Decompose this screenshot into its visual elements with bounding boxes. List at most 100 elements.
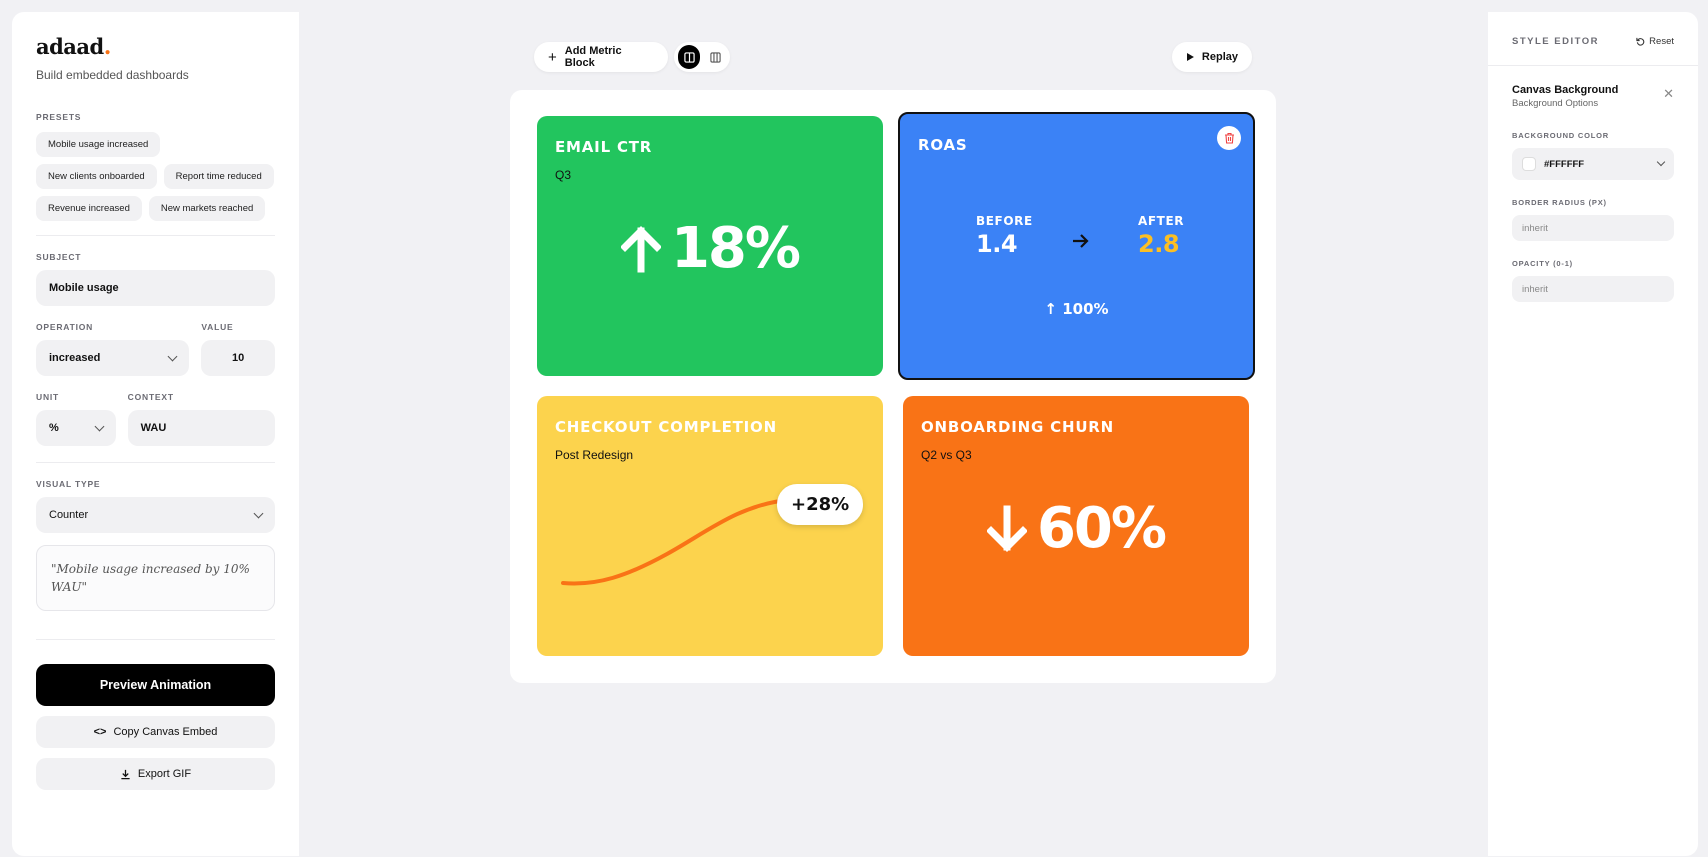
style-editor-panel: STYLE EDITOR Reset Canvas Background Bac… (1488, 12, 1698, 856)
arrow-down-icon (986, 505, 1027, 552)
preset-chip[interactable]: Revenue increased (36, 196, 142, 221)
change-percent: ↑ 100% (900, 300, 1253, 318)
counter-number: 18% (670, 216, 801, 281)
visual-type-select[interactable]: Counter (36, 497, 275, 533)
section-heading: Canvas Background Background Options (1512, 84, 1618, 109)
arrow-right-icon (1073, 234, 1089, 248)
counter-value: 60% (903, 496, 1249, 561)
value-value: 10 (232, 352, 245, 364)
delete-block-button[interactable] (1217, 126, 1241, 150)
play-icon (1186, 53, 1194, 61)
preset-chip[interactable]: Report time reduced (163, 164, 274, 189)
visual-type-value: Counter (49, 509, 89, 521)
context-value: WAU (140, 422, 167, 434)
reset-icon (1636, 37, 1645, 46)
after-label: AFTER (1138, 214, 1185, 228)
chevron-down-icon (94, 421, 105, 431)
radius-input[interactable]: inherit (1512, 215, 1674, 241)
unit-select[interactable]: % (36, 410, 116, 446)
layout-toggle (674, 42, 730, 72)
context-group: CONTEXT WAU (127, 392, 275, 446)
bg-color-value: #FFFFFF (1544, 158, 1585, 170)
operation-label: OPERATION (36, 322, 94, 332)
copy-embed-button[interactable]: <> Copy Canvas Embed (36, 716, 275, 748)
card-title: EMAIL CTR (555, 138, 653, 156)
replay-button[interactable]: Replay (1172, 42, 1252, 72)
chevron-down-icon (253, 508, 264, 518)
preset-chips: Mobile usage increased New clients onboa… (36, 132, 276, 221)
card-subtitle: Q3 (555, 168, 572, 182)
value-group: VALUE 10 (201, 322, 275, 376)
card-subtitle: Q2 vs Q3 (921, 448, 972, 462)
metric-card-email-ctr[interactable]: EMAIL CTR Q3 18% (537, 116, 883, 376)
section-header: Canvas Background Background Options ✕ (1512, 84, 1674, 109)
download-icon (121, 769, 130, 779)
logo-text: adaad (36, 34, 104, 59)
arrow-up-icon: ↑ (1044, 300, 1057, 318)
bg-color-display: #FFFFFF (1522, 157, 1584, 171)
export-gif-button[interactable]: Export GIF (36, 758, 275, 790)
preset-chip[interactable]: New clients onboarded (36, 164, 157, 189)
preset-chip[interactable]: New markets reached (148, 196, 266, 221)
code-icon: <> (93, 726, 107, 738)
style-editor-body: Canvas Background Background Options ✕ B… (1488, 66, 1698, 320)
section-subtitle: Background Options (1512, 98, 1599, 109)
before-group: BEFORE 1.4 (976, 214, 1033, 258)
counter-value: 18% (537, 216, 883, 281)
subject-input[interactable]: Mobile usage (36, 270, 275, 306)
metric-card-roas[interactable]: ROAS BEFORE 1.4 AFTER 2.8 ↑ 100% (898, 112, 1255, 380)
three-column-layout-icon[interactable] (704, 45, 726, 69)
radius-placeholder: inherit (1522, 222, 1548, 234)
style-editor-header: STYLE EDITOR Reset (1488, 12, 1698, 47)
presets-label: PRESETS (36, 112, 82, 122)
sentence-preview: "Mobile usage increased by 10% WAU" (36, 545, 275, 611)
unit-row: UNIT % CONTEXT WAU (36, 392, 275, 446)
context-label: CONTEXT (127, 392, 174, 402)
after-value: 2.8 (1138, 230, 1180, 258)
before-value: 1.4 (976, 230, 1018, 258)
copy-embed-label: Copy Canvas Embed (113, 726, 218, 738)
unit-value: % (49, 422, 59, 434)
left-sidebar: adaad. Build embedded dashboards PRESETS… (12, 12, 299, 856)
trash-icon (1224, 132, 1234, 144)
opacity-placeholder: inherit (1522, 283, 1548, 295)
plus-icon: + (548, 48, 557, 66)
operation-group: OPERATION increased (36, 322, 190, 376)
metric-card-checkout-completion[interactable]: CHECKOUT COMPLETION Post Redesign +28% (537, 396, 883, 656)
value-label: VALUE (201, 322, 234, 332)
opacity-input[interactable]: inherit (1512, 276, 1674, 302)
operation-select[interactable]: increased (36, 340, 190, 376)
bg-color-picker[interactable]: #FFFFFF (1512, 148, 1674, 180)
tagline: Build embedded dashboards (36, 68, 189, 82)
subject-value: Mobile usage (49, 282, 119, 294)
after-group: AFTER 2.8 (1138, 214, 1184, 258)
section-title: Canvas Background (1512, 84, 1619, 96)
dashboard-canvas[interactable]: EMAIL CTR Q3 18% ROAS BEFORE 1.4 AFTER 2… (510, 90, 1276, 683)
divider (36, 235, 275, 236)
app-logo: adaad. (36, 34, 275, 60)
subject-label: SUBJECT (36, 252, 82, 262)
metric-card-onboarding-churn[interactable]: ONBOARDING CHURN Q2 vs Q3 60% (903, 396, 1249, 656)
value-input[interactable]: 10 (201, 340, 275, 376)
color-swatch (1522, 157, 1536, 171)
export-gif-label: Export GIF (137, 768, 192, 780)
card-title: ONBOARDING CHURN (921, 418, 1115, 436)
reset-button[interactable]: Reset (1636, 36, 1674, 47)
close-icon[interactable]: ✕ (1663, 86, 1674, 102)
counter-number: 60% (1036, 496, 1167, 561)
reset-label: Reset (1649, 36, 1674, 47)
preview-animation-button[interactable]: Preview Animation (36, 664, 275, 706)
replay-label: Replay (1201, 51, 1238, 63)
unit-group: UNIT % (36, 392, 116, 446)
chevron-down-icon (167, 351, 178, 361)
preset-chip[interactable]: Mobile usage increased (36, 132, 161, 157)
visual-type-label: VISUAL TYPE (36, 479, 101, 489)
two-column-layout-icon[interactable] (678, 45, 700, 69)
operation-value: increased (49, 352, 101, 364)
radius-label: BORDER RADIUS (PX) (1512, 198, 1607, 207)
context-input[interactable]: WAU (127, 410, 275, 446)
add-metric-block-button[interactable]: + Add Metric Block (534, 42, 668, 72)
divider (36, 639, 275, 640)
chevron-down-icon (1656, 157, 1666, 167)
before-label: BEFORE (976, 214, 1033, 228)
